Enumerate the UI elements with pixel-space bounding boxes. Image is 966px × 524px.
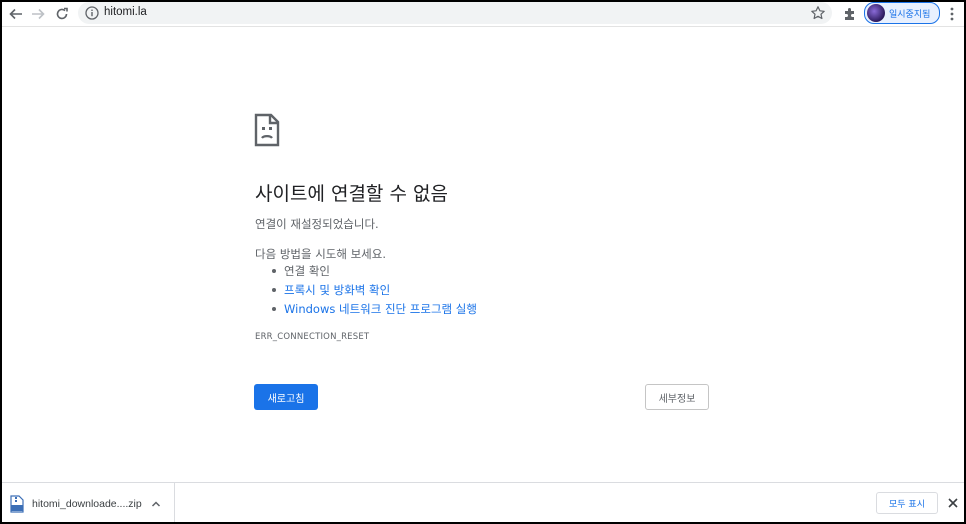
suggestions-heading: 다음 방법을 시도해 보세요. [255, 247, 387, 261]
download-item[interactable]: hitomi_downloade....zip [2, 483, 175, 522]
browser-toolbar: hitomi.la 일시중지됨 [2, 2, 964, 27]
suggestion-check-connection: 연결 확인 [255, 263, 477, 282]
avatar [867, 4, 885, 22]
download-shelf: hitomi_downloade....zip 모두 표시 [2, 482, 964, 522]
close-icon[interactable] [947, 497, 959, 509]
error-title: 사이트에 연결할 수 없음 [255, 183, 448, 205]
download-file-name: hitomi_downloade....zip [32, 498, 142, 510]
zip-file-icon [10, 495, 24, 513]
arrow-right-icon [32, 8, 45, 20]
error-page: 사이트에 연결할 수 없음 연결이 재설정되었습니다. 다음 방법을 시도해 보… [2, 27, 964, 482]
star-icon[interactable] [810, 5, 826, 21]
suggestions-list: 연결 확인 프록시 및 방화벽 확인 Windows 네트워크 진단 프로그램 … [255, 263, 477, 320]
error-description: 연결이 재설정되었습니다. [255, 217, 379, 231]
profile-button[interactable]: 일시중지됨 [864, 2, 940, 24]
error-code: ERR_CONNECTION_RESET [255, 332, 370, 342]
url-text[interactable]: hitomi.la [104, 6, 147, 18]
reload-button[interactable]: 새로고침 [254, 384, 318, 410]
puzzle-icon[interactable] [842, 6, 858, 22]
reload-browser-button[interactable] [52, 4, 72, 24]
show-all-downloads-button[interactable]: 모두 표시 [876, 492, 938, 514]
sad-document-icon [254, 113, 280, 147]
details-button[interactable]: 세부정보 [645, 384, 709, 410]
refresh-icon [56, 7, 68, 20]
forward-button[interactable] [28, 4, 48, 24]
info-icon[interactable] [84, 5, 100, 21]
arrow-left-icon [9, 8, 22, 20]
profile-status-label: 일시중지됨 [889, 10, 931, 20]
suggestion-check-proxy-firewall-link[interactable]: 프록시 및 방화벽 확인 [255, 282, 477, 301]
chevron-up-icon[interactable] [150, 498, 162, 510]
address-bar[interactable]: hitomi.la [78, 2, 832, 24]
suggestion-run-network-diagnostics-link[interactable]: Windows 네트워크 진단 프로그램 실행 [255, 301, 477, 320]
browser-window: hitomi.la 일시중지됨 사이트에 연결할 수 없음 연결이 재설정되었습… [2, 2, 964, 522]
kebab-menu-icon[interactable] [946, 6, 958, 22]
back-button[interactable] [6, 4, 26, 24]
